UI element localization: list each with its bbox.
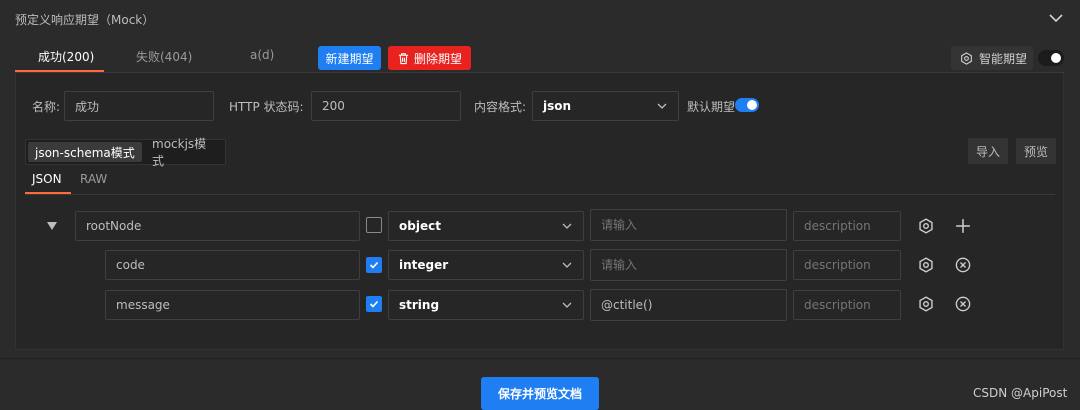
field-name-input[interactable] [105, 250, 360, 280]
status-code-label: HTTP 状态码: [229, 100, 304, 114]
save-and-preview-button[interactable]: 保存并预览文档 [481, 377, 599, 410]
new-expectation-label: 新建期望 [325, 51, 374, 66]
chevron-down-icon[interactable] [1048, 10, 1064, 26]
settings-icon[interactable] [918, 218, 934, 234]
mode-switch: json-schema模式 mockjs模式 [25, 137, 226, 168]
smart-expectation-label: 智能期望 [979, 51, 1028, 66]
content-format-value: json [543, 99, 572, 113]
name-input[interactable] [64, 91, 214, 121]
collapse-triangle-icon[interactable] [46, 220, 58, 232]
subtabs-divider [25, 194, 1055, 195]
content-format-label: 内容格式: [474, 100, 527, 114]
mock-value-input[interactable] [590, 209, 787, 241]
checkmark-icon [369, 261, 379, 269]
save-and-preview-label: 保存并预览文档 [497, 387, 582, 401]
import-label: 导入 [975, 144, 1000, 159]
section-title: 预定义响应期望（Mock） [15, 13, 155, 27]
type-value: integer [399, 258, 449, 272]
description-input[interactable] [793, 211, 901, 241]
smart-expectation-toggle[interactable] [1038, 50, 1064, 66]
tab-fail-404[interactable]: 失败(404) [136, 48, 192, 68]
new-expectation-button[interactable]: 新建期望 [318, 46, 381, 70]
tab-raw[interactable]: RAW [80, 172, 107, 186]
field-name-input[interactable] [105, 290, 360, 320]
required-checkbox[interactable] [366, 217, 382, 233]
chevron-down-icon [562, 262, 572, 268]
smart-expectation[interactable]: 智能期望 [951, 46, 1033, 70]
chevron-down-icon [562, 223, 572, 229]
type-select[interactable]: object [388, 211, 584, 241]
status-code-input[interactable] [311, 91, 461, 121]
delete-expectation-label: 删除期望 [413, 51, 462, 66]
checkmark-icon [369, 300, 379, 308]
description-input[interactable] [793, 250, 901, 280]
required-checkbox[interactable] [366, 257, 382, 273]
footer-divider [0, 358, 1080, 359]
settings-icon[interactable] [918, 296, 934, 312]
chevron-down-icon [562, 302, 572, 308]
preview-label: 预览 [1023, 144, 1048, 159]
json-schema-mode-option[interactable]: json-schema模式 [28, 142, 142, 162]
gear-icon [961, 51, 972, 65]
plus-icon[interactable] [955, 218, 971, 234]
type-value: string [399, 298, 440, 312]
tab-json[interactable]: JSON [32, 172, 62, 186]
chevron-down-icon [657, 103, 667, 109]
name-label: 名称: [32, 100, 61, 114]
watermark: CSDN @ApiPost [973, 386, 1068, 400]
mockjs-mode-option[interactable]: mockjs模式 [145, 137, 225, 168]
default-expectation-label: 默认期望 [687, 100, 736, 114]
required-checkbox[interactable] [366, 296, 382, 312]
default-expectation-toggle[interactable] [735, 98, 759, 112]
remove-icon[interactable] [955, 296, 971, 312]
mock-value-input[interactable] [590, 249, 787, 281]
type-value: object [399, 219, 441, 233]
content-format-select[interactable]: json [532, 91, 679, 121]
import-button[interactable]: 导入 [968, 138, 1008, 164]
type-select[interactable]: integer [388, 250, 584, 280]
mock-value-input[interactable] [590, 289, 787, 321]
preview-button[interactable]: 预览 [1016, 138, 1056, 164]
trash-icon [398, 52, 409, 64]
settings-icon[interactable] [918, 257, 934, 273]
remove-icon[interactable] [955, 257, 971, 273]
field-name-input[interactable] [75, 211, 360, 241]
delete-expectation-button[interactable]: 删除期望 [388, 46, 471, 70]
tab-success-200[interactable]: 成功(200) [38, 48, 94, 68]
type-select[interactable]: string [388, 290, 584, 320]
tab-a-d[interactable]: a(d) [250, 48, 274, 68]
description-input[interactable] [793, 290, 901, 320]
